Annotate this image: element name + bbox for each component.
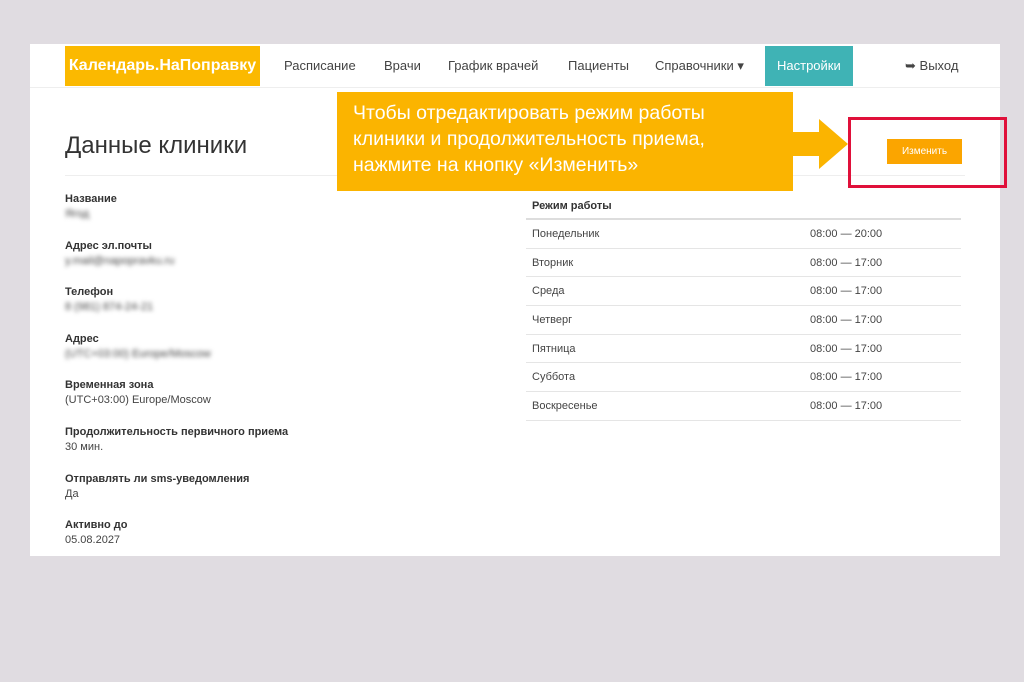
field-item: Телефон 8 (981) 874-24-21 [65,286,153,313]
day-name: Вторник [532,256,574,269]
field-value: y.mail@napopravku.ru [65,254,175,267]
field-label: Активно до [65,519,128,532]
page-title: Данные клиники [65,132,248,159]
field-item: Активно до 05.08.2027 [65,519,127,546]
field-label: Временная зона [65,379,154,392]
table-row: Суббота 08:00 — 17:00 [526,363,961,393]
field-item: Продолжительность первичного приема 30 ми… [65,426,288,453]
field-item: Адрес эл.почты y.mail@napopravku.ru [65,240,174,267]
field-label: Продолжительность первичного приема [65,426,289,438]
field-label: Телефон [65,286,114,299]
day-name: Среда [532,285,565,298]
logout-link[interactable]: ➥ Выход [905,44,958,88]
field-label: Название [65,193,117,205]
field-value: 8 (981) 874-24-21 [65,301,154,314]
field-item: Отправлять ли sms-уведомления Да [65,473,249,500]
nav-directories[interactable]: Справочники ▾ [655,44,744,88]
table-row: Вторник 08:00 — 17:00 [526,249,961,278]
day-name: Воскресенье [532,400,598,413]
table-row: Среда 08:00 — 17:00 [526,277,961,307]
field-value: 05.08.2027 [65,534,121,547]
field-label: Адрес [65,332,99,345]
work-hours: 08:00 — 17:00 [810,342,883,355]
field-value: Ягод [65,208,90,220]
table-row: Воскресенье 08:00 — 17:00 [526,392,961,421]
work-hours: 08:00 — 20:00 [810,228,883,240]
field-label: Адрес эл.почты [65,239,152,252]
work-hours: 08:00 — 17:00 [810,256,883,269]
nav-settings[interactable]: Настройки [765,46,853,86]
table-row: Четверг 08:00 — 17:00 [526,306,961,335]
day-name: Суббота [532,371,576,384]
nav-patients[interactable]: Пациенты [568,44,629,88]
field-value: (UTC+03:00) Europe/Moscow [65,394,211,407]
field-item: Название Ягод [65,193,117,220]
field-item: Адрес (UTC+03:00) Europe/Moscow [65,333,211,360]
work-hours: 08:00 — 17:00 [810,314,883,327]
day-name: Понедельник [532,228,600,240]
day-name: Четверг [532,314,573,327]
schedule-header: Режим работы [526,192,961,220]
edit-button[interactable]: Изменить [887,139,962,164]
tooltip-callout: Чтобы отредактировать режим работы клини… [337,92,793,191]
field-label: Отправлять ли sms-уведомления [65,472,250,485]
logout-icon: ➥ [905,58,916,73]
field-value: 30 мин. [65,441,104,453]
nav-schedule[interactable]: Расписание [284,44,356,88]
day-name: Пятница [532,342,576,355]
work-hours: 08:00 — 17:00 [810,400,883,413]
logout-label: Выход [919,58,959,73]
nav-doctors[interactable]: Врачи [384,44,421,88]
field-value: (UTC+03:00) Europe/Moscow [65,347,211,360]
work-hours: 08:00 — 17:00 [810,285,883,298]
table-row: Пятница 08:00 — 17:00 [526,335,961,364]
work-hours: 08:00 — 17:00 [810,371,883,384]
field-value: Да [65,487,79,500]
arrow-right-icon [793,119,848,169]
field-item: Временная зона (UTC+03:00) Europe/Moscow [65,379,211,406]
logo[interactable]: Календарь.НаПоправку [65,46,260,86]
schedule-table: Режим работы Понедельник 08:00 — 20:00 Вто… [526,192,961,421]
navbar: Календарь.НаПоправку Расписание Врачи Гр… [30,44,1000,88]
nav-doctor-schedule[interactable]: График врачей [448,44,538,88]
table-row: Понедельник 08:00 — 20:00 [526,220,961,249]
